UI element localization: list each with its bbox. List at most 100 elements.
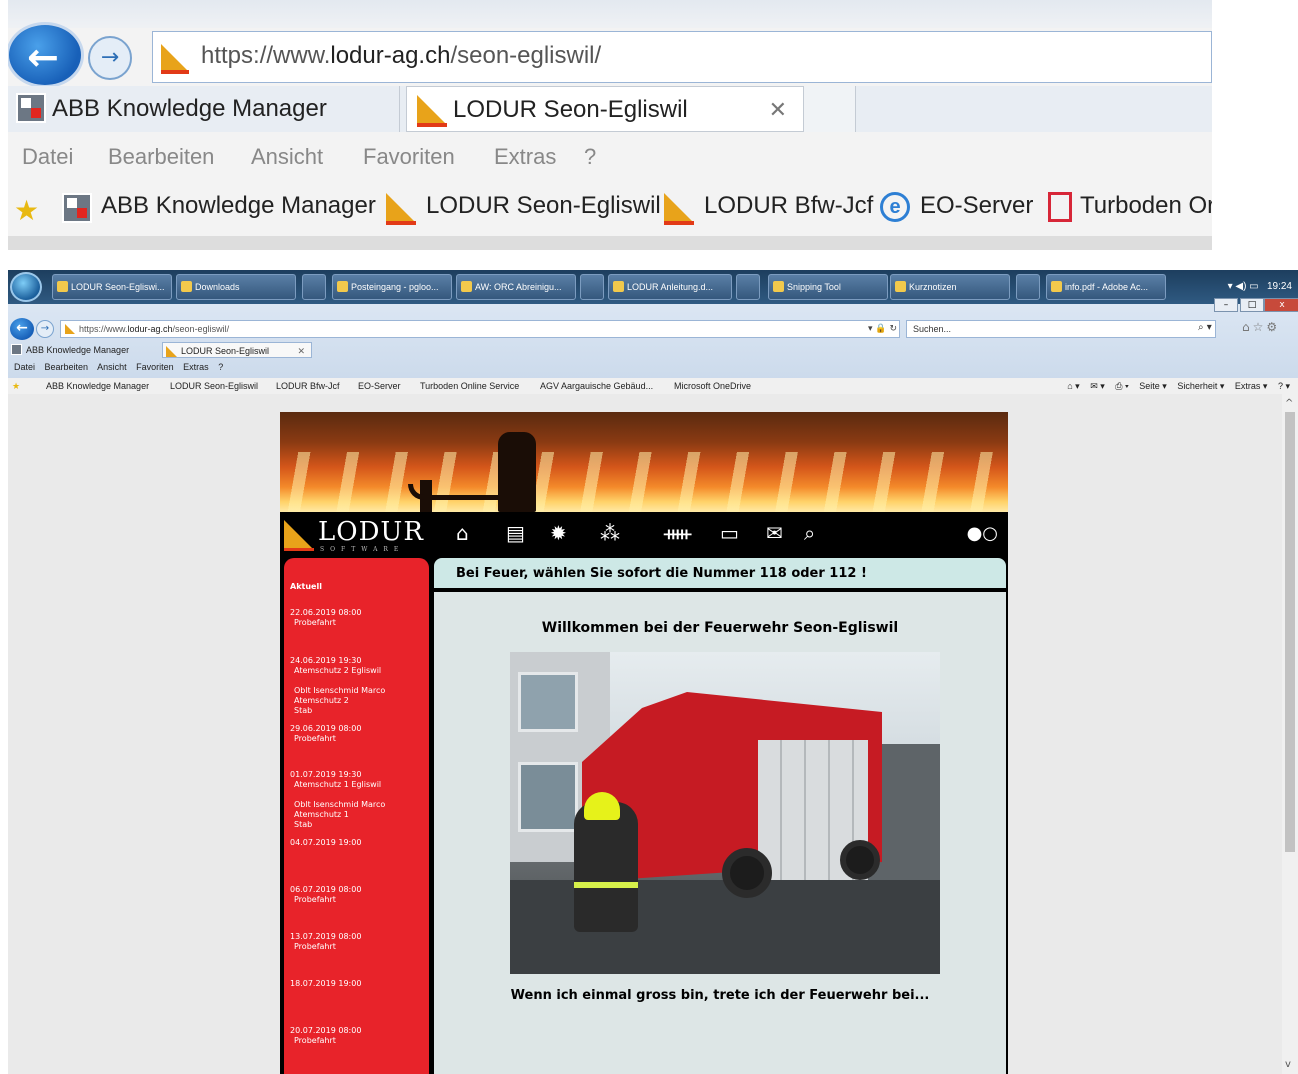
fav-abb-knowledge-manager[interactable]: ABB Knowledge Manager (101, 192, 376, 220)
close-tab-icon[interactable]: ✕ (769, 87, 787, 133)
menu-datei[interactable]: Datei (14, 362, 35, 372)
fav-lodur-seon-egliswil[interactable]: LODUR Seon-Egliswil (170, 378, 258, 394)
close-window-button[interactable]: x (1264, 298, 1298, 312)
tools-menu[interactable]: Extras ▾ (1235, 381, 1268, 391)
fav-lodur-seon-egliswil[interactable]: LODUR Seon-Egliswil (426, 192, 661, 220)
vehicle-icon[interactable]: ▭ (720, 522, 739, 544)
organigram-icon[interactable]: ⁂ (600, 522, 620, 544)
vertical-scrollbar[interactable]: ^ v (1282, 394, 1298, 1074)
menu-extras[interactable]: Extras (183, 362, 209, 372)
menu-ansicht[interactable]: Ansicht (251, 144, 323, 170)
siren-icon[interactable]: ✹ (550, 522, 567, 544)
turboden-icon (1048, 192, 1072, 222)
lodur-icon (166, 346, 177, 357)
tab-lodur-seon-egliswil[interactable]: LODUR Seon-Egliswil ✕ (406, 86, 804, 132)
mail-icon[interactable]: ✉ ▾ (1090, 381, 1105, 391)
tab-abb-knowledge-manager[interactable]: ABB Knowledge Manager (8, 342, 160, 358)
taskbar-item[interactable]: AW: ORC Abreinigu... (456, 274, 576, 300)
home-icon[interactable]: ⌂ (456, 522, 469, 544)
favorites-star-icon[interactable]: ★ (14, 194, 39, 227)
fav-eo-server[interactable]: EO-Server (358, 378, 401, 394)
menu-favoriten[interactable]: Favoriten (363, 144, 455, 170)
members-icon[interactable]: ᚔ (664, 522, 691, 544)
taskbar-item[interactable]: Snipping Tool (768, 274, 888, 300)
back-button[interactable]: ← (10, 318, 34, 340)
menu-help[interactable]: ? (584, 144, 596, 170)
menu-help[interactable]: ? (218, 362, 223, 372)
menu-datei[interactable]: Datei (22, 144, 73, 170)
event-item[interactable]: 04.07.2019 19:00 (290, 838, 426, 848)
scroll-up-icon[interactable]: ^ (1285, 398, 1293, 409)
search-icon[interactable]: ⌕ ▾ (1198, 322, 1212, 333)
forward-button[interactable]: → (88, 36, 132, 80)
event-item[interactable]: 20.07.2019 08:00 Probefahrt (290, 1026, 426, 1046)
search-icon[interactable]: ⌕ (804, 522, 815, 544)
new-tab-button[interactable] (804, 86, 856, 132)
lock-refresh-icon[interactable]: ▾ 🔒 ↻ (868, 320, 897, 338)
taskbar-item[interactable]: Downloads (176, 274, 296, 300)
taskbar-item[interactable] (736, 274, 760, 300)
menu-favoriten[interactable]: Favoriten (136, 362, 174, 372)
news-sidebar: Aktuell 22.06.2019 08:00 Probefahrt 24.06… (284, 558, 429, 1074)
close-tab-icon[interactable]: ✕ (297, 343, 305, 359)
arrow-left-icon: ← (27, 35, 59, 79)
firefighter-silhouette (498, 432, 536, 512)
taskbar-item[interactable]: LODUR Seon-Egliswi... (52, 274, 172, 300)
lodur-logo[interactable]: LODUR SOFTWARE (284, 518, 424, 553)
tab-abb-knowledge-manager[interactable]: ABB Knowledge Manager (8, 86, 400, 132)
event-item[interactable]: 29.06.2019 08:00 Probefahrt (290, 724, 426, 744)
favorites-star-icon[interactable]: ★ (12, 378, 20, 394)
mail-icon[interactable]: ✉ (766, 522, 783, 544)
tab-lodur-seon-egliswil[interactable]: LODUR Seon-Egliswil ✕ (162, 342, 312, 358)
taskbar-item[interactable] (580, 274, 604, 300)
security-menu[interactable]: Sicherheit ▾ (1177, 381, 1224, 391)
taskbar-item[interactable] (1016, 274, 1040, 300)
event-item[interactable]: 01.07.2019 19:30 Atemschutz 1 Egliswil Ob… (290, 770, 426, 830)
taskbar-item[interactable]: Posteingang - pgloo... (332, 274, 452, 300)
fav-lodur-bfw-jcf[interactable]: LODUR Bfw-Jcf (704, 192, 873, 220)
menu-bearbeiten[interactable]: Bearbeiten (45, 362, 89, 372)
start-button[interactable] (10, 272, 42, 302)
maximize-button[interactable]: □ (1240, 298, 1264, 312)
scroll-thumb[interactable] (1285, 412, 1295, 852)
favorites-bar: ★ ABB Knowledge Manager LODUR Seon-Eglis… (8, 378, 1298, 394)
print-icon[interactable]: ⎙ ▾ (1115, 381, 1128, 391)
address-bar[interactable]: https://www.lodur-ag.ch/seon-egliswil/ (152, 31, 1212, 83)
home-star-gear-icons[interactable]: ⌂☆⚙ (1242, 320, 1280, 334)
event-item[interactable]: 22.06.2019 08:00 Probefahrt (290, 608, 426, 628)
event-item[interactable]: 06.07.2019 08:00 Probefahrt (290, 885, 426, 905)
page-menu[interactable]: Seite ▾ (1139, 381, 1167, 391)
address-bar[interactable]: https://www.lodur-ag.ch/seon-egliswil/ (60, 320, 900, 338)
document-icon[interactable]: ▤ (506, 522, 525, 544)
scroll-down-icon[interactable]: v (1285, 1059, 1291, 1070)
clock[interactable]: 19:24 (1267, 281, 1292, 292)
event-item[interactable]: 13.07.2019 08:00 Probefahrt (290, 932, 426, 952)
event-item[interactable]: 24.06.2019 19:30 Atemschutz 2 Egliswil Ob… (290, 656, 426, 716)
help-icon[interactable]: ? ▾ (1278, 381, 1290, 391)
menu-ansicht[interactable]: Ansicht (97, 362, 127, 372)
volume-icon[interactable]: ▾ ◀) ▭ (1228, 281, 1262, 292)
abb-icon (16, 93, 46, 123)
taskbar-item[interactable]: info.pdf - Adobe Ac... (1046, 274, 1166, 300)
back-button[interactable]: ← (8, 22, 84, 88)
home-icon[interactable]: ⌂ ▾ (1067, 381, 1079, 391)
menu-bearbeiten[interactable]: Bearbeiten (108, 144, 214, 170)
minimize-button[interactable]: – (1214, 298, 1238, 312)
fav-agv[interactable]: AGV Aargauische Gebäud... (540, 378, 653, 394)
taskbar-item[interactable]: Kurznotizen (890, 274, 1010, 300)
taskbar-item[interactable]: LODUR Anleitung.d... (608, 274, 732, 300)
event-item[interactable]: 18.07.2019 19:00 (290, 979, 426, 989)
menu-extras[interactable]: Extras (494, 144, 556, 170)
browser-chrome: – □ x ← → https://www.lodur-ag.ch/seon-e… (8, 298, 1298, 394)
fav-abb-knowledge-manager[interactable]: ABB Knowledge Manager (46, 378, 149, 394)
fav-eo-server[interactable]: EO-Server (920, 192, 1033, 220)
forward-button[interactable]: → (36, 320, 54, 338)
search-input[interactable]: Suchen... (906, 320, 1216, 338)
fav-onedrive[interactable]: Microsoft OneDrive (674, 378, 751, 394)
fav-lodur-bfw-jcf[interactable]: LODUR Bfw-Jcf (276, 378, 340, 394)
slide-toggle-icon[interactable]: ●○ (967, 524, 998, 544)
fav-turboden[interactable]: Turboden Online Service (420, 378, 519, 394)
taskbar-item[interactable] (302, 274, 326, 300)
page-viewport: LODUR SOFTWARE ⌂ ▤ ✹ ⁂ ᚔ ▭ ✉ ⌕ ●○ Aktuel… (8, 394, 1298, 1074)
fav-turboden[interactable]: Turboden Or (1080, 192, 1212, 220)
